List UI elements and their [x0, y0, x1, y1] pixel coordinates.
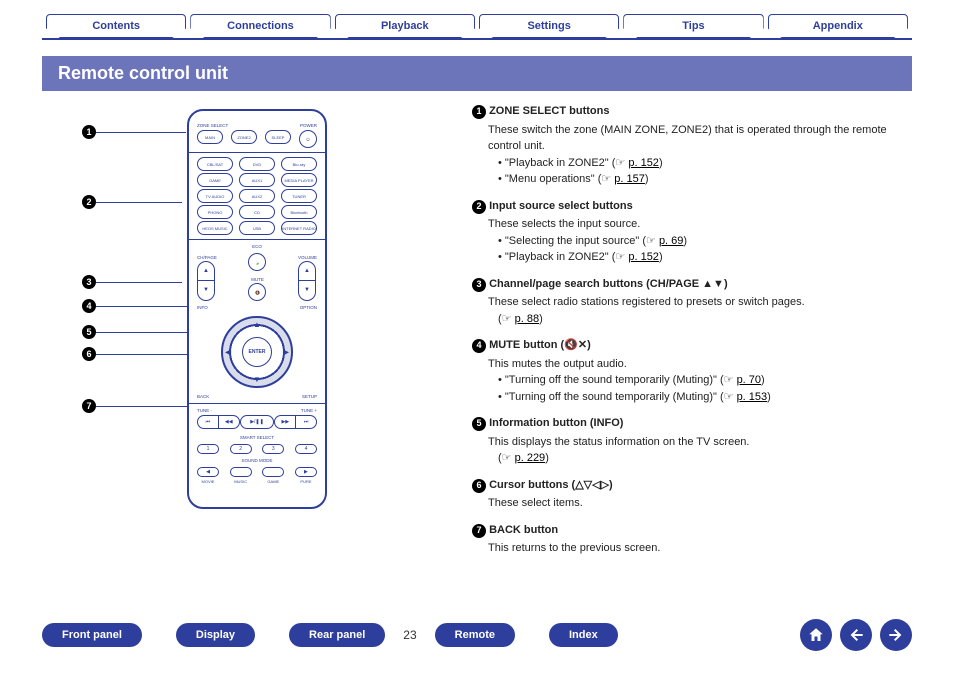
page-link[interactable]: p. 69 [659, 235, 683, 247]
btn-index[interactable]: Index [549, 623, 618, 647]
item-2: 2 Input source select buttonsThese selec… [472, 198, 912, 266]
btn-bt[interactable]: Bluetooth [281, 205, 317, 219]
btn-heos[interactable]: HEOS MUSIC [197, 221, 233, 235]
tab-connections[interactable]: Connections [190, 14, 330, 38]
page-title: Remote control unit [42, 56, 912, 91]
page-link[interactable]: p. 152 [628, 251, 659, 263]
btn-music[interactable] [230, 467, 252, 477]
page-link[interactable]: p. 152 [628, 157, 659, 169]
btn-smart-4[interactable]: 4 [295, 444, 317, 454]
top-nav-bar: Contents Connections Playback Settings T… [0, 0, 954, 38]
item-body: These select radio stations registered t… [488, 294, 912, 327]
bullet-1: 1 [472, 105, 486, 119]
item-6: 6 Cursor buttons (△▽◁▷)These select item… [472, 477, 912, 512]
item-body: This displays the status information on … [488, 434, 912, 467]
page-link[interactable]: p. 88 [515, 313, 539, 325]
btn-remote[interactable]: Remote [435, 623, 515, 647]
btn-display[interactable]: Display [176, 623, 255, 647]
callout-1: 1 [82, 125, 186, 139]
item-body: These selects the input source.• "Select… [488, 216, 912, 266]
bullet-7: 7 [472, 524, 486, 538]
btn-pure[interactable]: ▶ [295, 467, 317, 477]
item-body: This mutes the output audio.• "Turning o… [488, 356, 912, 406]
btn-power[interactable]: ⏻ [299, 130, 317, 148]
btn-volume[interactable]: ▲▼ [298, 261, 316, 301]
btn-cd[interactable]: CD [239, 205, 275, 219]
prev-page-icon[interactable] [840, 619, 872, 651]
btn-smart-1[interactable]: 1 [197, 444, 219, 454]
item-body: These select items. [488, 495, 912, 512]
bottom-bar: Front panel Display Rear panel 23 Remote… [0, 619, 954, 651]
btn-movie[interactable]: ◀ [197, 467, 219, 477]
item-4: 4 MUTE button (🔇✕)This mutes the output … [472, 337, 912, 405]
volume: VOLUME ▲▼ [298, 254, 317, 301]
btn-chpage[interactable]: ▲▼ [197, 261, 215, 301]
btn-main[interactable]: MAIN [197, 130, 223, 144]
nav-underline [42, 38, 912, 40]
tab-appendix[interactable]: Appendix [768, 14, 908, 38]
btn-inet[interactable]: INTERNET RADIO [281, 221, 317, 235]
btn-zone2[interactable]: ZONE2 [231, 130, 257, 144]
item-3: 3 Channel/page search buttons (CH/PAGE ▲… [472, 276, 912, 328]
bullet-6: 6 [472, 479, 486, 493]
item-5: 5 Information button (INFO)This displays… [472, 415, 912, 467]
tab-settings[interactable]: Settings [479, 14, 619, 38]
btn-phono[interactable]: PHONO [197, 205, 233, 219]
remote-body: ZONE SELECTPOWER MAIN ZONE2 SLEEP ⏻ CBL/… [187, 109, 327, 509]
item-body: This returns to the previous screen. [488, 540, 912, 557]
btn-game-sm[interactable] [262, 467, 284, 477]
tab-playback[interactable]: Playback [335, 14, 475, 38]
tab-contents[interactable]: Contents [46, 14, 186, 38]
btn-usb[interactable]: USB [239, 221, 275, 235]
btn-aux1[interactable]: AUX1 [239, 173, 275, 187]
callout-7: 7 [82, 399, 188, 413]
btn-game[interactable]: GAME [197, 173, 233, 187]
btn-media[interactable]: MEDIA PLAYER [281, 173, 317, 187]
btn-cblsat[interactable]: CBL/SAT [197, 157, 233, 171]
bullet-3: 3 [472, 278, 486, 292]
next-page-icon[interactable] [880, 619, 912, 651]
btn-aux2[interactable]: AUX2 [239, 189, 275, 203]
item-body: These switch the zone (MAIN ZONE, ZONE2)… [488, 122, 912, 188]
btn-smart-2[interactable]: 2 [230, 444, 252, 454]
item-1: 1 ZONE SELECT buttonsThese switch the zo… [472, 103, 912, 188]
btn-tuner[interactable]: TUNER [281, 189, 317, 203]
bullet-2: 2 [472, 200, 486, 214]
home-icon[interactable] [800, 619, 832, 651]
chpage: CH/PAGE ▲▼ [197, 254, 217, 301]
callout-6: 6 [82, 347, 204, 361]
callout-5: 5 [82, 325, 188, 339]
main-content: 1 2 3 4 5 6 7 ZONE SELECTPOWER MAIN ZONE… [0, 91, 954, 567]
btn-bluray[interactable]: Blu-ray [281, 157, 317, 171]
btn-dvd[interactable]: DVD [239, 157, 275, 171]
btn-sleep[interactable]: SLEEP [265, 130, 291, 144]
btn-tune-prev[interactable]: ⏮◀◀ [197, 415, 240, 429]
cursor-pad[interactable]: ▲▼◀▶ ENTER [221, 316, 293, 388]
btn-tune-next[interactable]: ▶▶⏭ [274, 415, 317, 429]
page-link[interactable]: p. 70 [737, 374, 761, 386]
page-number: 23 [403, 628, 416, 642]
page-link[interactable]: p. 157 [614, 173, 645, 185]
page-link[interactable]: p. 153 [737, 391, 768, 403]
btn-front-panel[interactable]: Front panel [42, 623, 142, 647]
btn-eco[interactable]: 🍃 [248, 253, 266, 271]
btn-play[interactable]: ▶/❚❚ [240, 415, 275, 429]
callout-2: 2 [82, 195, 182, 209]
remote-illustration-area: 1 2 3 4 5 6 7 ZONE SELECTPOWER MAIN ZONE… [42, 103, 472, 567]
bullet-4: 4 [472, 339, 486, 353]
btn-tvaudio[interactable]: TV AUDIO [197, 189, 233, 203]
tab-tips[interactable]: Tips [623, 14, 763, 38]
bullet-5: 5 [472, 417, 486, 431]
callout-3: 3 [82, 275, 182, 289]
btn-smart-3[interactable]: 3 [262, 444, 284, 454]
page-link[interactable]: p. 229 [515, 452, 546, 464]
description-list: 1 ZONE SELECT buttonsThese switch the zo… [472, 103, 912, 567]
btn-mute[interactable]: 🔇 [248, 283, 266, 301]
btn-rear-panel[interactable]: Rear panel [289, 623, 385, 647]
remote-wrap: ZONE SELECTPOWER MAIN ZONE2 SLEEP ⏻ CBL/… [187, 109, 327, 567]
btn-enter[interactable]: ENTER [242, 337, 272, 367]
item-7: 7 BACK buttonThis returns to the previou… [472, 522, 912, 557]
